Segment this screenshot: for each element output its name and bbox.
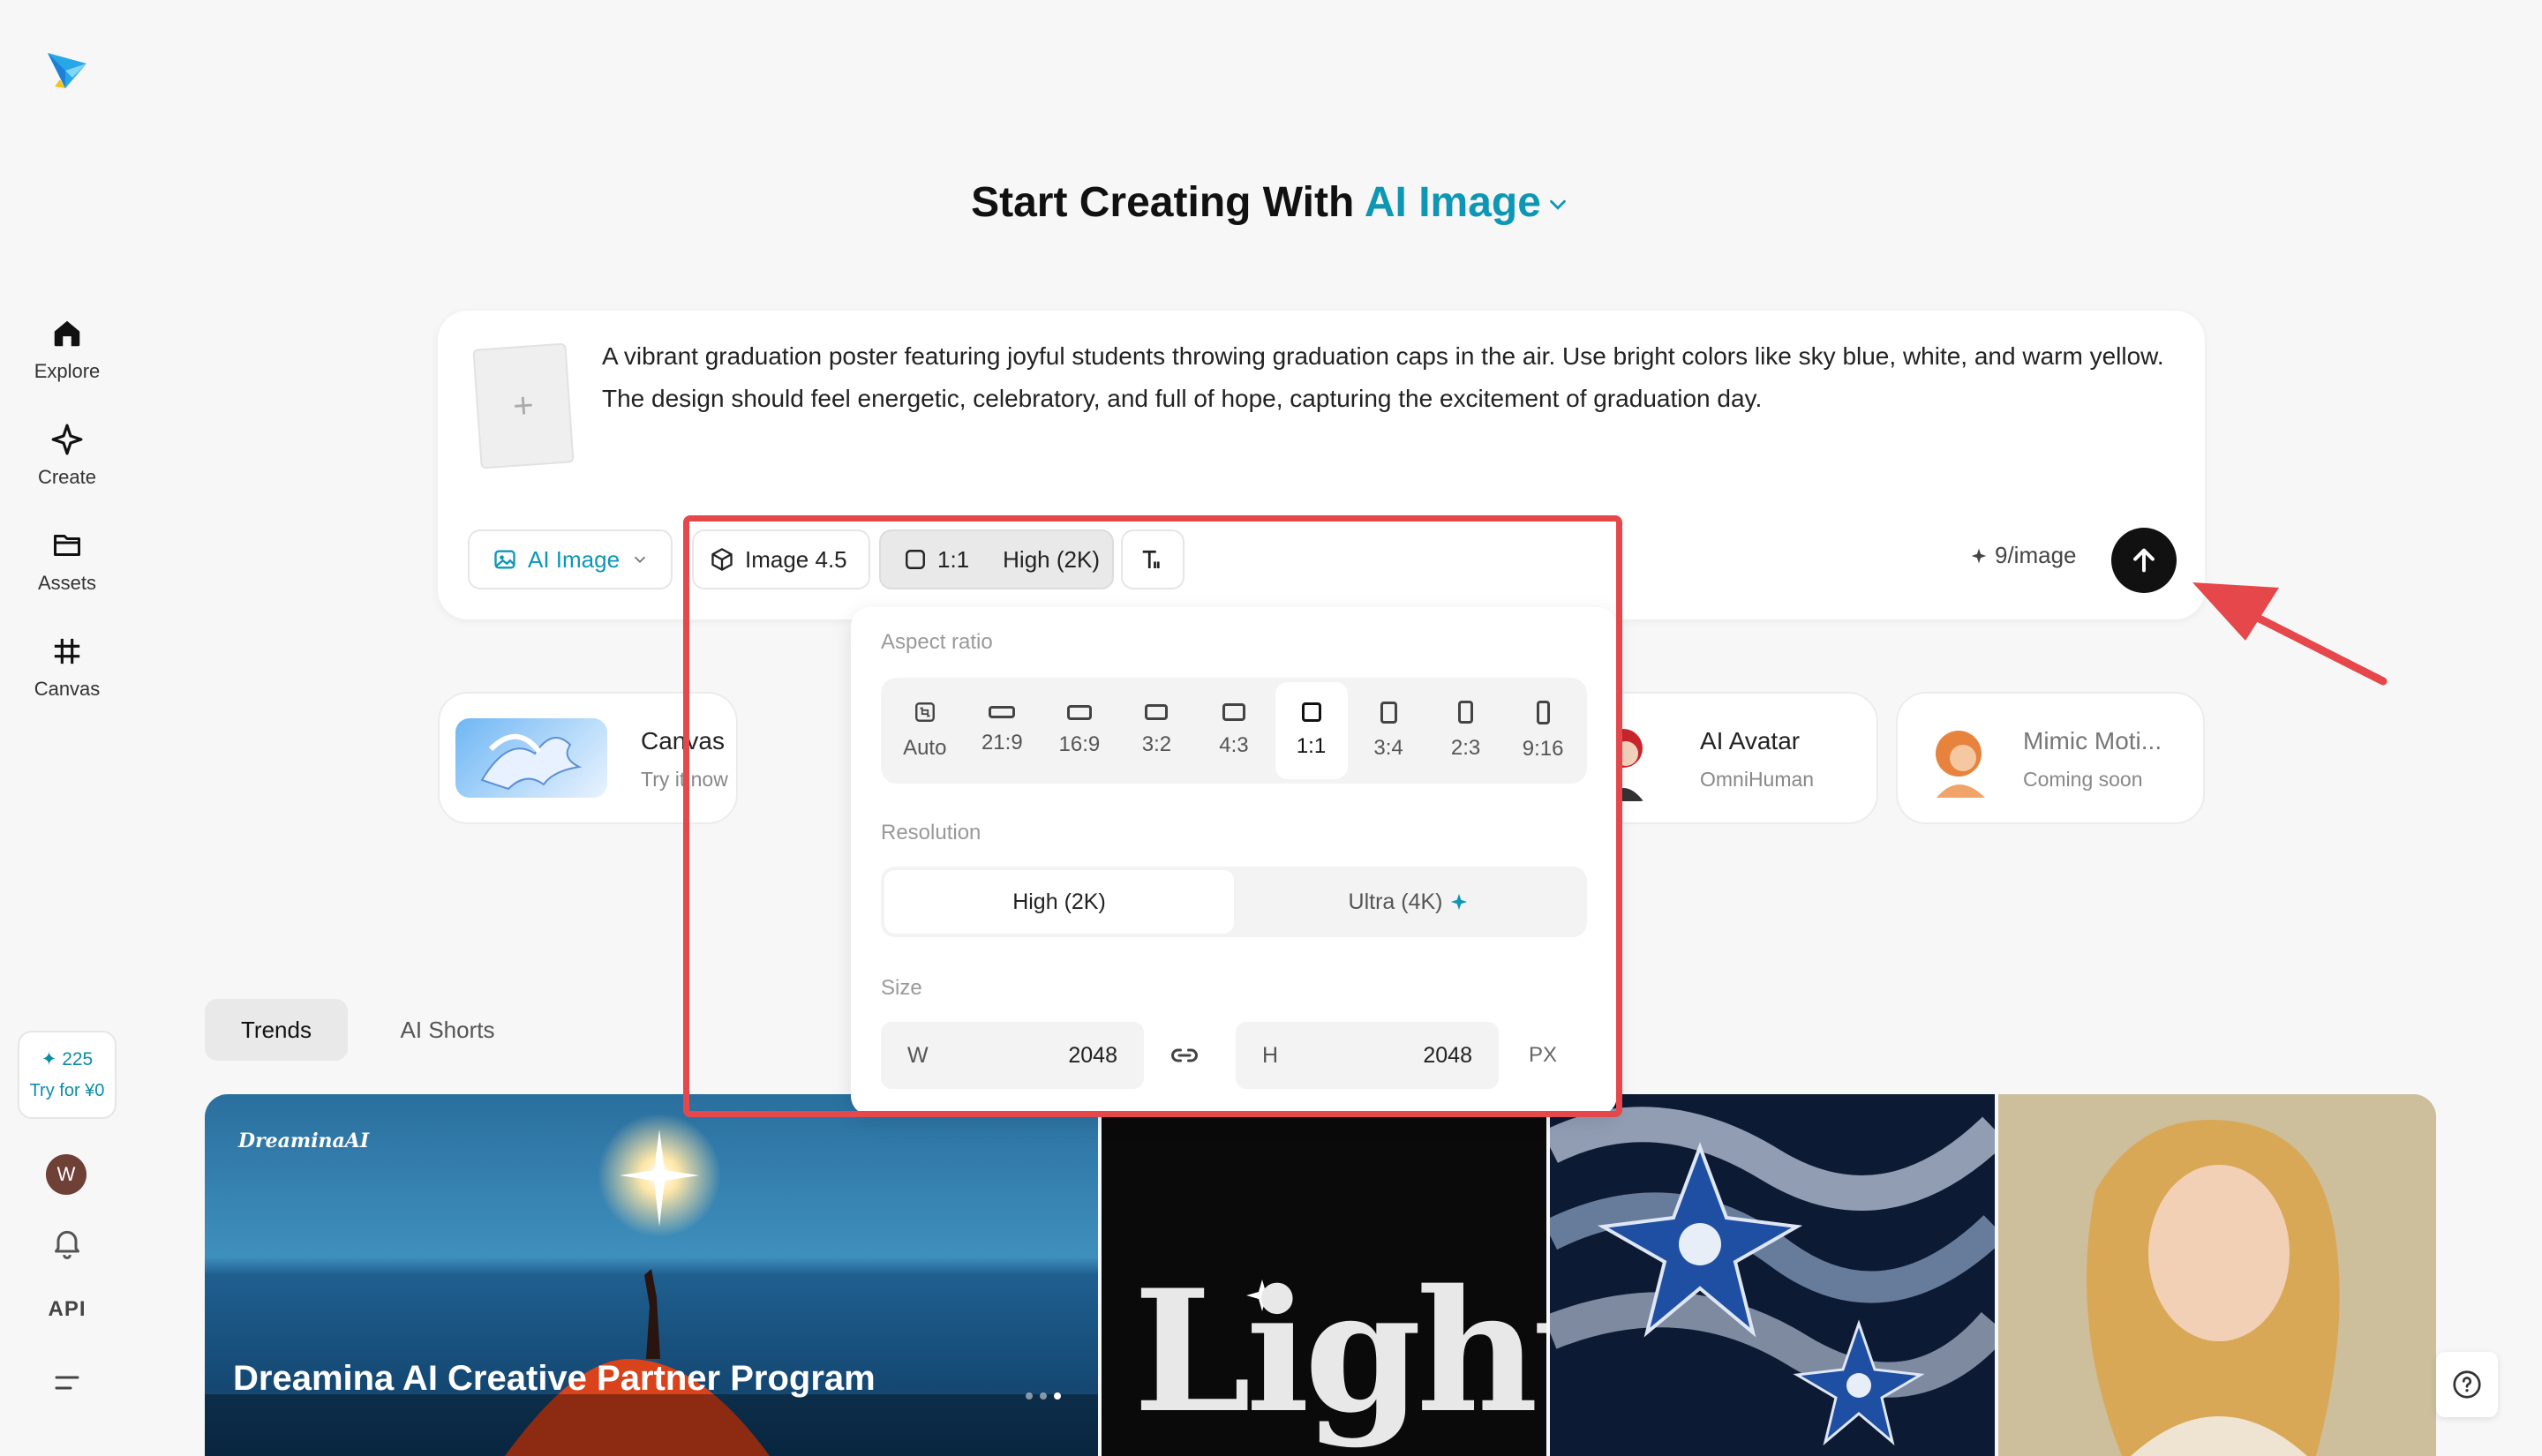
dreamina-logo-icon[interactable] (42, 44, 92, 94)
gallery-item-portrait[interactable] (1998, 1094, 2436, 1456)
feature-subtitle: OmniHuman (1700, 768, 1815, 791)
upload-reference-button[interactable]: + (472, 342, 575, 469)
feature-subtitle: Coming soon (2023, 768, 2143, 791)
home-icon (48, 314, 86, 353)
avatar[interactable]: W (46, 1154, 86, 1195)
feature-title: AI Avatar (1700, 727, 1801, 754)
credit-count: ✦ 225 (41, 1049, 94, 1069)
banner-title: Dreamina AI Creative Partner Program (233, 1359, 876, 1398)
sidebar-item-assets[interactable]: Assets (18, 526, 117, 614)
arrow-up-icon (2133, 548, 2155, 573)
tab-ai-shorts[interactable]: AI Shorts (380, 999, 515, 1061)
light-artwork-text: Light (1133, 1253, 1546, 1450)
sidebar-item-create[interactable]: Create (18, 420, 117, 508)
gallery-item-flower[interactable] (1550, 1094, 1995, 1456)
chevron-down-icon (634, 556, 646, 564)
cost-indicator: 9/image (1970, 542, 2077, 569)
image-icon (494, 550, 515, 569)
chevron-down-icon (1550, 200, 1566, 211)
api-link[interactable]: API (35, 1297, 99, 1322)
plus-icon: + (511, 385, 536, 426)
question-icon (2453, 1370, 2481, 1399)
sidebar-item-label: Explore (34, 360, 101, 382)
sidebar-item-label: Create (37, 466, 97, 488)
sidebar-item-explore[interactable]: Explore (18, 314, 117, 402)
prompt-input[interactable]: A vibrant graduation poster featuring jo… (602, 335, 2164, 420)
folder-icon (48, 526, 86, 565)
mode-dropdown[interactable]: AI Image (468, 529, 673, 589)
tab-trends[interactable]: Trends (205, 999, 348, 1061)
credit-sparkle-icon (1971, 548, 1987, 563)
carousel-dots[interactable] (1026, 1392, 1061, 1400)
credits-badge[interactable]: ✦ 225 Try for ¥0 (18, 1031, 117, 1119)
mimic-thumbnail (1919, 718, 1998, 798)
title-accent: AI Image (1364, 179, 1541, 226)
sidebar-item-label: Canvas (34, 678, 101, 700)
cost-label: 9/image (1995, 542, 2077, 568)
feature-card-mimic-motion[interactable]: Mimic Moti... Coming soon (1896, 692, 2205, 824)
feature-title: Mimic Moti... (2023, 727, 2162, 754)
sidebar-item-canvas[interactable]: Canvas (18, 632, 117, 720)
generate-button[interactable] (2111, 528, 2177, 593)
try-free-link[interactable]: Try for ¥0 (30, 1081, 105, 1101)
title-prefix: Start Creating With (971, 179, 1355, 226)
page-title: Start Creating With AI Image (0, 178, 2542, 227)
highlight-box (683, 515, 1622, 1117)
mode-switcher[interactable]: AI Image (1365, 179, 1571, 226)
grid-icon (48, 632, 86, 671)
mode-label: AI Image (528, 545, 620, 573)
help-button[interactable] (2436, 1352, 2498, 1417)
brand-logo: DreaminaAI (238, 1130, 370, 1152)
sidebar-item-label: Assets (37, 572, 97, 594)
banner-card[interactable]: DreaminaAI Dreamina AI Creative Partner … (205, 1094, 1098, 1456)
menu-icon[interactable] (51, 1370, 83, 1396)
bell-icon[interactable] (49, 1225, 85, 1260)
gallery-item-light[interactable]: Light (1102, 1094, 1546, 1456)
pegasus-thumbnail (455, 718, 607, 798)
annotation-arrow-icon (2187, 570, 2399, 698)
sparkle-icon (48, 420, 86, 459)
